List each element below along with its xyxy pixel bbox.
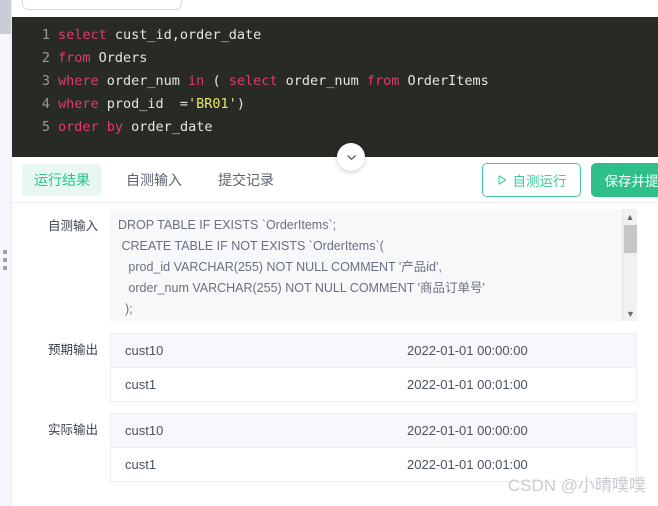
code-lines: 1 select cust_id,order_date 2 from Orders 3 w… xyxy=(12,17,658,139)
code-text: where prod_id ='BR01') xyxy=(58,93,245,116)
cell-order-date: 2022-01-01 00:01:00 xyxy=(407,457,528,472)
code-text: where order_num in ( select order_num fr… xyxy=(58,70,489,93)
code-token: where xyxy=(58,96,99,112)
code-token: in xyxy=(188,73,205,89)
chevron-down-icon xyxy=(346,154,356,160)
expected-output-block: 预期输出 cust10 2022-01-01 00:00:00 cust1 2022-… xyxy=(12,333,658,402)
code-token: order_num xyxy=(98,73,189,89)
code-text: order by order_date xyxy=(58,116,212,139)
self-test-input-area[interactable]: DROP TABLE IF EXISTS `OrderItems`; CREAT… xyxy=(110,209,637,321)
actual-output-table: cust10 2022-01-01 00:00:00 cust1 2022-01-01… xyxy=(110,413,637,482)
cell-cust-id: cust10 xyxy=(125,343,164,358)
code-line: 2 from Orders xyxy=(12,47,658,70)
drag-dot xyxy=(3,266,7,270)
self-test-run-label: 自测运行 xyxy=(512,173,567,189)
code-token: cust_id,order_date xyxy=(106,27,262,43)
code-token: ) xyxy=(236,96,245,112)
code-token: from xyxy=(58,50,91,66)
cell-order-date: 2022-01-01 00:00:00 xyxy=(407,423,528,438)
code-token: OrderItems xyxy=(399,73,489,89)
code-token: order_num xyxy=(277,73,367,89)
self-test-run-button[interactable]: 自测运行 xyxy=(481,162,581,197)
line-number: 3 xyxy=(41,73,50,89)
code-token: where xyxy=(58,73,99,89)
results-toolbar: 运行结果自测输入提交记录 自测运行 保存并提交 xyxy=(12,157,658,203)
cell-cust-id: cust10 xyxy=(125,423,164,438)
scrollbar-thumb[interactable] xyxy=(624,225,637,253)
sql-code-editor[interactable]: 1 select cust_id,order_date 2 from Orders 3 w… xyxy=(12,17,658,157)
play-icon xyxy=(497,174,506,185)
panel-drag-handle[interactable] xyxy=(3,250,8,274)
chevron-up-icon[interactable]: ▲ xyxy=(623,209,637,224)
table-row: cust1 2022-01-01 00:01:00 xyxy=(111,448,636,482)
code-line: 3 where order_num in ( select order_num f… xyxy=(12,70,658,93)
cell-order-date: 2022-01-01 00:00:00 xyxy=(407,343,528,358)
code-token: order xyxy=(58,119,99,135)
actual-output-label: 实际输出 xyxy=(47,423,98,437)
save-and-submit-button[interactable]: 保存并提交 xyxy=(590,162,658,197)
expected-output-label: 预期输出 xyxy=(47,343,98,357)
self-test-input-scrollbar[interactable]: ▲ ▼ xyxy=(622,209,637,321)
code-token: Orders xyxy=(90,50,148,66)
code-token: prod_id = xyxy=(98,96,189,112)
code-token: from xyxy=(366,73,400,89)
code-text: from Orders xyxy=(58,47,147,70)
left-rail xyxy=(0,0,12,506)
tab-0[interactable]: 运行结果 xyxy=(22,163,102,196)
self-test-input-text: DROP TABLE IF EXISTS `OrderItems`; CREAT… xyxy=(118,218,485,316)
code-token: select xyxy=(228,73,278,89)
table-row: cust10 2022-01-01 00:00:00 xyxy=(111,414,636,448)
top-strip xyxy=(12,0,658,17)
result-tabs: 运行结果 自测输入 提交记录 xyxy=(22,163,298,196)
collapse-editor-button[interactable] xyxy=(337,143,365,171)
code-token: 'BR01' xyxy=(188,96,237,112)
line-number: 2 xyxy=(41,50,50,66)
drag-dot xyxy=(3,258,7,262)
page-scrollbar-thumb[interactable] xyxy=(0,0,11,34)
self-test-input-block: 自测输入 DROP TABLE IF EXISTS `OrderItems`; … xyxy=(12,209,658,321)
language-select[interactable] xyxy=(22,0,182,10)
code-line: 5 order by order_date xyxy=(12,116,658,139)
table-row: cust10 2022-01-01 00:00:00 xyxy=(111,334,636,368)
code-text: select cust_id,order_date xyxy=(58,24,261,47)
code-token: ( xyxy=(204,73,229,89)
drag-dot xyxy=(3,250,7,254)
save-and-submit-label: 保存并提交 xyxy=(604,173,658,189)
code-token: by xyxy=(106,119,124,135)
code-token: order_date xyxy=(123,119,213,135)
toolbar-actions: 自测运行 保存并提交 xyxy=(481,162,658,197)
cell-cust-id: cust1 xyxy=(125,457,157,472)
results-panel: 自测输入 DROP TABLE IF EXISTS `OrderItems`; … xyxy=(12,203,658,506)
line-number: 4 xyxy=(41,96,50,112)
table-row: cust1 2022-01-01 00:01:00 xyxy=(111,368,636,402)
code-line: 4 where prod_id ='BR01') xyxy=(12,93,658,116)
code-token: select xyxy=(58,27,107,43)
cell-cust-id: cust1 xyxy=(125,377,157,392)
tab-1[interactable]: 自测输入 xyxy=(114,164,194,196)
self-test-input-label: 自测输入 xyxy=(47,219,98,233)
cell-order-date: 2022-01-01 00:01:00 xyxy=(407,377,528,392)
line-number: 5 xyxy=(41,119,50,135)
actual-output-block: 实际输出 cust10 2022-01-01 00:00:00 cust1 2022-… xyxy=(12,413,658,482)
line-number: 1 xyxy=(41,27,50,43)
chevron-down-icon[interactable]: ▼ xyxy=(623,306,637,321)
expected-output-table: cust10 2022-01-01 00:00:00 cust1 2022-01-01… xyxy=(110,333,637,402)
code-line: 1 select cust_id,order_date xyxy=(12,24,658,47)
tab-2[interactable]: 提交记录 xyxy=(206,164,286,196)
